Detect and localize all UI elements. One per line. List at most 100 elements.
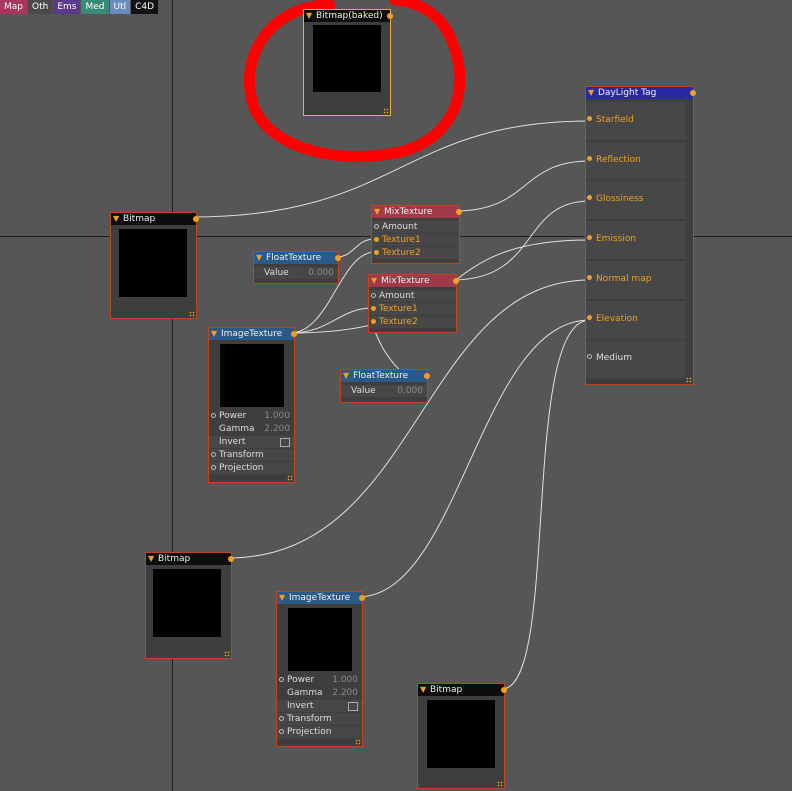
output-port[interactable] <box>424 373 430 379</box>
collapse-triangle-icon[interactable]: ▼ <box>279 592 285 604</box>
input-port[interactable] <box>587 195 592 200</box>
output-port[interactable] <box>456 209 462 215</box>
input-port[interactable] <box>587 275 592 280</box>
pin-medium[interactable]: Medium <box>586 340 686 378</box>
input-power[interactable]: Power 1.000 <box>277 674 362 686</box>
input-gamma[interactable]: Gamma 2.200 <box>209 423 294 435</box>
tab-med[interactable]: Med <box>81 0 109 14</box>
invert-toggle[interactable]: Invert <box>277 700 362 712</box>
resize-grip-icon[interactable] <box>355 739 361 745</box>
input-port[interactable] <box>371 306 376 311</box>
input-port[interactable] <box>279 729 284 734</box>
collapse-triangle-icon[interactable]: ▼ <box>148 553 154 565</box>
node-header[interactable]: ▼ FloatTexture <box>254 252 338 264</box>
input-transform[interactable]: Transform <box>277 713 362 725</box>
node-bitmap-2[interactable]: ▼ Bitmap <box>145 552 234 659</box>
node-header[interactable]: ▼ MixTexture <box>372 206 459 218</box>
tab-map[interactable]: Map <box>0 0 27 14</box>
node-header[interactable]: ▼ MixTexture <box>369 275 456 287</box>
output-port[interactable] <box>335 255 341 261</box>
input-texture2[interactable]: Texture2 <box>369 316 456 328</box>
input-texture1[interactable]: Texture1 <box>372 234 459 246</box>
node-header[interactable]: ▼ Bitmap <box>111 213 196 225</box>
invert-checkbox[interactable] <box>280 438 290 447</box>
input-port[interactable] <box>211 413 216 418</box>
input-port[interactable] <box>374 250 379 255</box>
tab-utl[interactable]: Utl <box>109 0 131 14</box>
node-header[interactable]: ▼ ImageTexture <box>209 328 294 340</box>
output-port[interactable] <box>387 13 393 19</box>
input-amount[interactable]: Amount <box>369 290 456 302</box>
node-header[interactable]: ▼ Bitmap <box>146 553 231 565</box>
pin-glossiness[interactable]: Glossiness <box>586 181 686 219</box>
input-port[interactable] <box>374 224 379 229</box>
node-header[interactable]: ▼ DayLight Tag <box>586 87 693 99</box>
collapse-triangle-icon[interactable]: ▼ <box>420 684 426 696</box>
output-port[interactable] <box>193 216 199 222</box>
node-header[interactable]: ▼ FloatTexture <box>341 370 427 382</box>
node-header[interactable]: ▼ Bitmap(baked) <box>304 10 390 22</box>
output-port[interactable] <box>291 331 297 337</box>
resize-grip-icon[interactable] <box>224 651 230 657</box>
input-amount[interactable]: Amount <box>372 221 459 233</box>
input-transform[interactable]: Transform <box>209 449 294 461</box>
input-port[interactable] <box>371 293 376 298</box>
output-port[interactable] <box>501 687 507 693</box>
resize-grip-icon[interactable] <box>686 377 692 383</box>
invert-toggle[interactable]: Invert <box>209 436 294 448</box>
input-projection[interactable]: Projection <box>277 726 362 738</box>
input-port[interactable] <box>587 116 592 121</box>
input-port[interactable] <box>279 716 284 721</box>
input-port[interactable] <box>211 452 216 457</box>
node-mix-texture-1[interactable]: ▼ MixTexture Amount Texture1 Texture2 <box>371 205 462 264</box>
node-image-texture-2[interactable]: ▼ ImageTexture Power 1.000 Gamma 2.200 Inve… <box>276 591 365 747</box>
output-port[interactable] <box>453 278 459 284</box>
collapse-triangle-icon[interactable]: ▼ <box>343 370 349 382</box>
collapse-triangle-icon[interactable]: ▼ <box>113 213 119 225</box>
node-float-texture-2[interactable]: ▼ FloatTexture Value 0.000 <box>340 369 430 403</box>
pin-emission[interactable]: Emission <box>586 221 686 259</box>
input-port[interactable] <box>587 235 592 240</box>
tab-oth[interactable]: Oth <box>28 0 53 14</box>
node-bitmap-1[interactable]: ▼ Bitmap <box>110 212 199 319</box>
input-port[interactable] <box>374 237 379 242</box>
input-port[interactable] <box>587 315 592 320</box>
resize-grip-icon[interactable] <box>497 781 503 787</box>
pin-normal-map[interactable]: Normal map <box>586 261 686 299</box>
input-port[interactable] <box>279 677 284 682</box>
collapse-triangle-icon[interactable]: ▼ <box>256 252 262 264</box>
input-texture1[interactable]: Texture1 <box>369 303 456 315</box>
node-image-texture-1[interactable]: ▼ ImageTexture Power 1.000 Gamma 2.200 Inve… <box>208 327 297 483</box>
pin-starfield[interactable]: Starfield <box>586 102 686 140</box>
input-gamma[interactable]: Gamma 2.200 <box>277 687 362 699</box>
value-field[interactable]: Value 0.000 <box>254 267 338 279</box>
resize-grip-icon[interactable] <box>383 108 389 114</box>
node-float-texture-1[interactable]: ▼ FloatTexture Value 0.000 <box>253 251 341 284</box>
node-header[interactable]: ▼ Bitmap <box>418 684 504 696</box>
input-port[interactable] <box>371 319 376 324</box>
node-daylight-tag[interactable]: ▼ DayLight Tag Starfield Reflection Gloss… <box>585 86 696 385</box>
collapse-triangle-icon[interactable]: ▼ <box>211 328 217 340</box>
node-mix-texture-2[interactable]: ▼ MixTexture Amount Texture1 Texture2 <box>368 274 459 333</box>
value-field[interactable]: Value 0.000 <box>341 385 427 397</box>
collapse-triangle-icon[interactable]: ▼ <box>588 87 594 99</box>
tab-c4d[interactable]: C4D <box>131 0 159 14</box>
tab-ems[interactable]: Ems <box>53 0 81 14</box>
input-port[interactable] <box>587 156 592 161</box>
pin-elevation[interactable]: Elevation <box>586 301 686 339</box>
output-port[interactable] <box>690 90 696 96</box>
collapse-triangle-icon[interactable]: ▼ <box>371 275 377 287</box>
invert-checkbox[interactable] <box>348 702 358 711</box>
collapse-triangle-icon[interactable]: ▼ <box>374 206 380 218</box>
pin-reflection[interactable]: Reflection <box>586 142 686 180</box>
input-port[interactable] <box>587 354 592 359</box>
input-power[interactable]: Power 1.000 <box>209 410 294 422</box>
collapse-triangle-icon[interactable]: ▼ <box>306 10 312 22</box>
resize-grip-icon[interactable] <box>287 475 293 481</box>
node-bitmap-3[interactable]: ▼ Bitmap <box>417 683 507 789</box>
node-header[interactable]: ▼ ImageTexture <box>277 592 362 604</box>
input-port[interactable] <box>211 465 216 470</box>
output-port[interactable] <box>359 595 365 601</box>
resize-grip-icon[interactable] <box>189 311 195 317</box>
output-port[interactable] <box>228 556 234 562</box>
